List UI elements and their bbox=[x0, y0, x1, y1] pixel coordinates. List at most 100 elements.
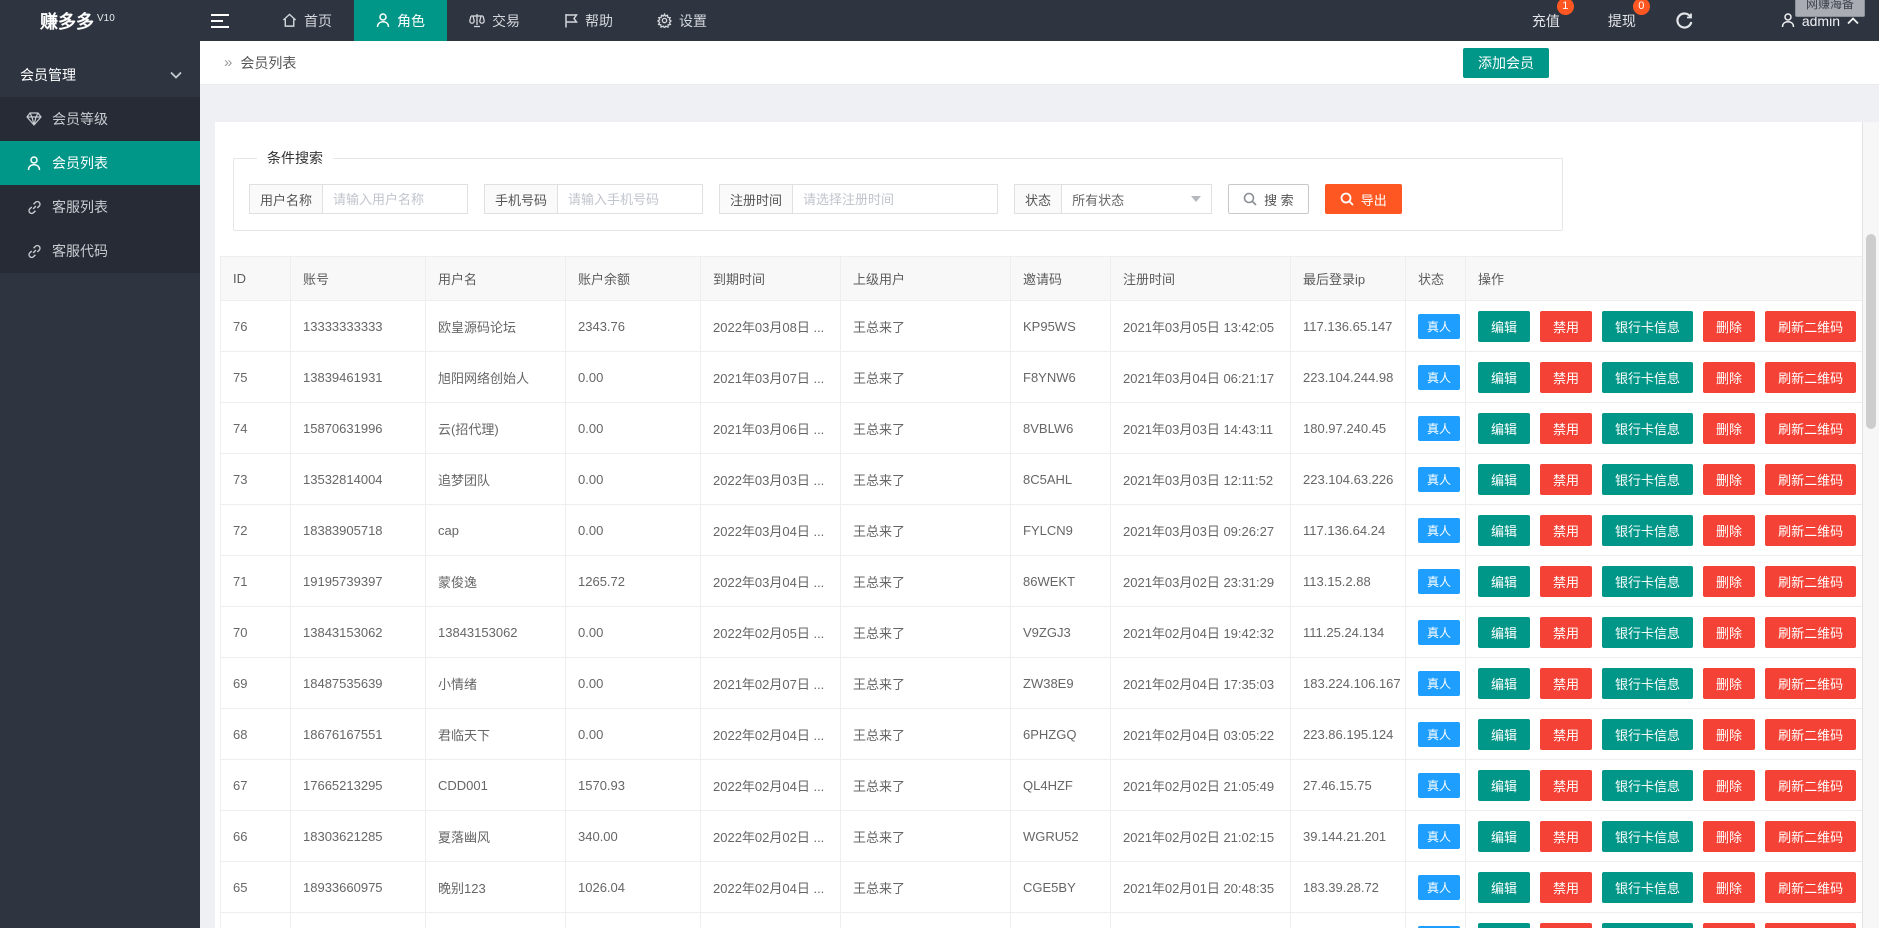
delete-button[interactable]: 删除 bbox=[1703, 412, 1756, 444]
refresh-qrcode-button[interactable]: 刷新二维码 bbox=[1765, 616, 1857, 648]
disable-button[interactable]: 禁用 bbox=[1540, 616, 1593, 648]
disable-button[interactable]: 禁用 bbox=[1540, 463, 1593, 495]
disable-button[interactable]: 禁用 bbox=[1540, 361, 1593, 393]
bank-card-info-button[interactable]: 银行卡信息 bbox=[1602, 310, 1694, 342]
edit-button[interactable]: 编辑 bbox=[1478, 922, 1531, 928]
username-input[interactable] bbox=[323, 184, 469, 214]
delete-button[interactable]: 删除 bbox=[1703, 922, 1756, 928]
sidebar-item-member-list[interactable]: 会员列表 bbox=[0, 141, 200, 185]
delete-button[interactable]: 删除 bbox=[1703, 667, 1756, 699]
refresh-qrcode-button[interactable]: 刷新二维码 bbox=[1765, 565, 1857, 597]
refresh-qrcode-button[interactable]: 刷新二维码 bbox=[1765, 412, 1857, 444]
refresh-qrcode-button[interactable]: 刷新二维码 bbox=[1765, 463, 1857, 495]
bank-card-info-button[interactable]: 银行卡信息 bbox=[1602, 871, 1694, 903]
menu-toggle-icon[interactable] bbox=[200, 0, 240, 41]
edit-button[interactable]: 编辑 bbox=[1478, 769, 1531, 801]
bank-card-info-button[interactable]: 银行卡信息 bbox=[1602, 514, 1694, 546]
sidebar-group-member-management[interactable]: 会员管理 bbox=[0, 53, 200, 97]
delete-button[interactable]: 删除 bbox=[1703, 616, 1756, 648]
status-badge[interactable]: 真人 bbox=[1418, 670, 1461, 696]
withdraw-link[interactable]: 0 提现 bbox=[1608, 0, 1650, 31]
sidebar-item-member-level[interactable]: 会员等级 bbox=[0, 97, 200, 141]
bank-card-info-button[interactable]: 银行卡信息 bbox=[1602, 565, 1694, 597]
status-badge[interactable]: 真人 bbox=[1418, 874, 1461, 900]
sidebar-item-service-code[interactable]: 客服代码 bbox=[0, 229, 200, 273]
disable-button[interactable]: 禁用 bbox=[1540, 565, 1593, 597]
status-badge[interactable]: 真人 bbox=[1418, 721, 1461, 747]
status-select[interactable]: 所有状态 bbox=[1062, 184, 1213, 214]
edit-button[interactable]: 编辑 bbox=[1478, 667, 1531, 699]
tab-settings[interactable]: 设置 bbox=[635, 0, 729, 41]
bank-card-info-button[interactable]: 银行卡信息 bbox=[1602, 718, 1694, 750]
tab-role[interactable]: 角色 bbox=[354, 0, 447, 41]
refresh-qrcode-button[interactable]: 刷新二维码 bbox=[1765, 922, 1857, 928]
edit-button[interactable]: 编辑 bbox=[1478, 616, 1531, 648]
disable-button[interactable]: 禁用 bbox=[1540, 667, 1593, 699]
edit-button[interactable]: 编辑 bbox=[1478, 718, 1531, 750]
phone-input[interactable] bbox=[558, 184, 704, 214]
recharge-link[interactable]: 1 充值 bbox=[1532, 0, 1574, 31]
refresh-qrcode-button[interactable]: 刷新二维码 bbox=[1765, 310, 1857, 342]
edit-button[interactable]: 编辑 bbox=[1478, 514, 1531, 546]
delete-button[interactable]: 删除 bbox=[1703, 718, 1756, 750]
refresh-icon[interactable] bbox=[1676, 12, 1693, 29]
edit-button[interactable]: 编辑 bbox=[1478, 871, 1531, 903]
bank-card-info-button[interactable]: 银行卡信息 bbox=[1602, 463, 1694, 495]
bank-card-info-button[interactable]: 银行卡信息 bbox=[1602, 616, 1694, 648]
refresh-qrcode-button[interactable]: 刷新二维码 bbox=[1765, 667, 1857, 699]
disable-button[interactable]: 禁用 bbox=[1540, 820, 1593, 852]
refresh-qrcode-button[interactable]: 刷新二维码 bbox=[1765, 769, 1857, 801]
status-badge[interactable]: 真人 bbox=[1418, 772, 1461, 798]
regtime-input[interactable] bbox=[793, 184, 999, 214]
bank-card-info-button[interactable]: 银行卡信息 bbox=[1602, 412, 1694, 444]
delete-button[interactable]: 删除 bbox=[1703, 820, 1756, 852]
status-badge[interactable]: 真人 bbox=[1418, 466, 1461, 492]
refresh-qrcode-button[interactable]: 刷新二维码 bbox=[1765, 514, 1857, 546]
vertical-scrollbar[interactable] bbox=[1862, 122, 1879, 928]
status-badge[interactable]: 真人 bbox=[1418, 415, 1461, 441]
bank-card-info-button[interactable]: 银行卡信息 bbox=[1602, 820, 1694, 852]
sidebar-item-service-list[interactable]: 客服列表 bbox=[0, 185, 200, 229]
delete-button[interactable]: 删除 bbox=[1703, 769, 1756, 801]
disable-button[interactable]: 禁用 bbox=[1540, 769, 1593, 801]
disable-button[interactable]: 禁用 bbox=[1540, 871, 1593, 903]
add-member-button[interactable]: 添加会员 bbox=[1463, 48, 1549, 78]
status-badge[interactable]: 真人 bbox=[1418, 568, 1461, 594]
tab-trade[interactable]: 交易 bbox=[447, 0, 542, 41]
refresh-qrcode-button[interactable]: 刷新二维码 bbox=[1765, 820, 1857, 852]
refresh-qrcode-button[interactable]: 刷新二维码 bbox=[1765, 871, 1857, 903]
delete-button[interactable]: 删除 bbox=[1703, 361, 1756, 393]
bank-card-info-button[interactable]: 银行卡信息 bbox=[1602, 667, 1694, 699]
disable-button[interactable]: 禁用 bbox=[1540, 514, 1593, 546]
delete-button[interactable]: 删除 bbox=[1703, 871, 1756, 903]
status-badge[interactable]: 真人 bbox=[1418, 823, 1461, 849]
bank-card-info-button[interactable]: 银行卡信息 bbox=[1602, 769, 1694, 801]
scrollbar-thumb[interactable] bbox=[1866, 234, 1876, 429]
disable-button[interactable]: 禁用 bbox=[1540, 718, 1593, 750]
disable-button[interactable]: 禁用 bbox=[1540, 412, 1593, 444]
export-button[interactable]: 导出 bbox=[1324, 184, 1402, 214]
delete-button[interactable]: 删除 bbox=[1703, 463, 1756, 495]
edit-button[interactable]: 编辑 bbox=[1478, 820, 1531, 852]
tab-help[interactable]: 帮助 bbox=[542, 0, 635, 41]
edit-button[interactable]: 编辑 bbox=[1478, 361, 1531, 393]
bank-card-info-button[interactable]: 银行卡信息 bbox=[1602, 361, 1694, 393]
search-button[interactable]: 搜 索 bbox=[1228, 184, 1309, 214]
edit-button[interactable]: 编辑 bbox=[1478, 310, 1531, 342]
status-badge[interactable]: 真人 bbox=[1418, 313, 1461, 339]
disable-button[interactable]: 禁用 bbox=[1540, 310, 1593, 342]
tab-home[interactable]: 首页 bbox=[260, 0, 354, 41]
edit-button[interactable]: 编辑 bbox=[1478, 565, 1531, 597]
status-badge[interactable]: 真人 bbox=[1418, 364, 1461, 390]
bank-card-info-button[interactable]: 银行卡信息 bbox=[1602, 922, 1694, 928]
edit-button[interactable]: 编辑 bbox=[1478, 463, 1531, 495]
delete-button[interactable]: 删除 bbox=[1703, 310, 1756, 342]
delete-button[interactable]: 删除 bbox=[1703, 514, 1756, 546]
status-badge[interactable]: 真人 bbox=[1418, 619, 1461, 645]
refresh-qrcode-button[interactable]: 刷新二维码 bbox=[1765, 718, 1857, 750]
delete-button[interactable]: 删除 bbox=[1703, 565, 1756, 597]
status-badge[interactable]: 真人 bbox=[1418, 517, 1461, 543]
edit-button[interactable]: 编辑 bbox=[1478, 412, 1531, 444]
disable-button[interactable]: 禁用 bbox=[1540, 922, 1593, 928]
refresh-qrcode-button[interactable]: 刷新二维码 bbox=[1765, 361, 1857, 393]
